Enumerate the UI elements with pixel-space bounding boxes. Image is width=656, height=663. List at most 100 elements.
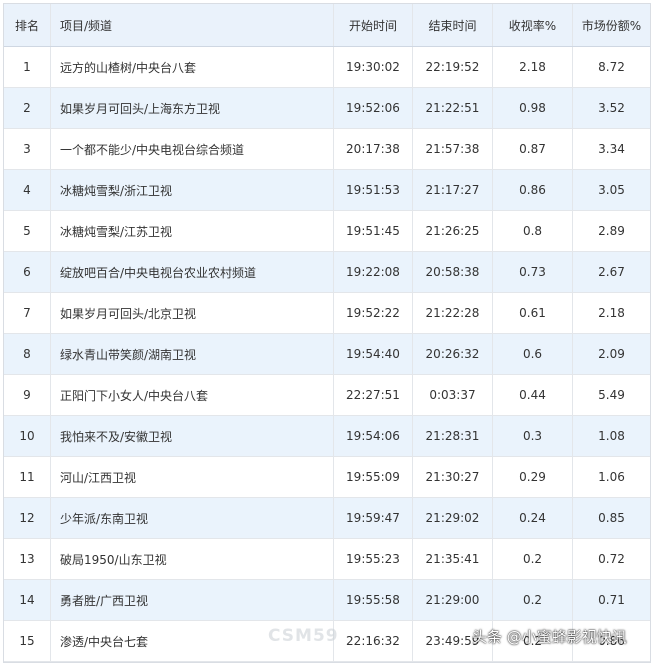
cell-rank: 14 <box>4 579 51 621</box>
cell-start-time: 22:16:32 <box>333 620 413 662</box>
cell-start-time: 19:54:40 <box>333 333 413 375</box>
cell-start-time: 22:27:51 <box>333 374 413 416</box>
table-row: 1 远方的山楂树/中央台八套 19:30:02 22:19:52 2.18 8.… <box>4 46 650 88</box>
cell-market-share: 2.18 <box>572 292 650 334</box>
cell-name: 一个都不能少/中央电视台综合频道 <box>50 128 334 170</box>
header-market-share[interactable]: 市场份额% <box>572 4 650 47</box>
cell-name: 远方的山楂树/中央台八套 <box>50 46 334 88</box>
cell-rating: 2.18 <box>492 46 573 88</box>
cell-rank: 1 <box>4 46 51 88</box>
cell-start-time: 19:52:22 <box>333 292 413 334</box>
table-header: 排名 项目/频道 开始时间 结束时间 收视率% 市场份额% <box>4 4 650 47</box>
table-row: 11 河山/江西卫视 19:55:09 21:30:27 0.29 1.06 <box>4 456 650 498</box>
cell-market-share: 0.85 <box>572 497 650 539</box>
cell-end-time: 21:17:27 <box>412 169 493 211</box>
header-rating[interactable]: 收视率% <box>492 4 573 47</box>
table-row: 4 冰糖炖雪梨/浙江卫视 19:51:53 21:17:27 0.86 3.05 <box>4 169 650 211</box>
header-rank[interactable]: 排名 <box>4 4 51 47</box>
cell-name: 绿水青山带笑颜/湖南卫视 <box>50 333 334 375</box>
cell-start-time: 20:17:38 <box>333 128 413 170</box>
cell-name: 绽放吧百合/中央电视台农业农村频道 <box>50 251 334 293</box>
cell-rating: 0.2 <box>492 579 573 621</box>
cell-name: 如果岁月可回头/北京卫视 <box>50 292 334 334</box>
cell-rating: 0.86 <box>492 169 573 211</box>
table-row: 6 绽放吧百合/中央电视台农业农村频道 19:22:08 20:58:38 0.… <box>4 251 650 293</box>
header-end-time[interactable]: 结束时间 <box>412 4 493 47</box>
table-row: 5 冰糖炖雪梨/江苏卫视 19:51:45 21:26:25 0.8 2.89 <box>4 210 650 252</box>
cell-market-share: 8.72 <box>572 46 650 88</box>
cell-end-time: 21:35:41 <box>412 538 493 580</box>
cell-name: 正阳门下小女人/中央台八套 <box>50 374 334 416</box>
cell-end-time: 21:22:51 <box>412 87 493 129</box>
cell-market-share: 2.89 <box>572 210 650 252</box>
table-row: 7 如果岁月可回头/北京卫视 19:52:22 21:22:28 0.61 2.… <box>4 292 650 334</box>
cell-market-share: 5.49 <box>572 374 650 416</box>
cell-rating: 0.2 <box>492 538 573 580</box>
cell-rank: 9 <box>4 374 51 416</box>
cell-market-share: 2.67 <box>572 251 650 293</box>
cell-end-time: 20:26:32 <box>412 333 493 375</box>
cell-rating: 0.44 <box>492 374 573 416</box>
cell-rating: 0.3 <box>492 415 573 457</box>
cell-market-share: 3.52 <box>572 87 650 129</box>
cell-rank: 3 <box>4 128 51 170</box>
table-row: 8 绿水青山带笑颜/湖南卫视 19:54:40 20:26:32 0.6 2.0… <box>4 333 650 375</box>
cell-market-share: 0.72 <box>572 538 650 580</box>
cell-name: 破局1950/山东卫视 <box>50 538 334 580</box>
cell-rank: 5 <box>4 210 51 252</box>
cell-rank: 8 <box>4 333 51 375</box>
cell-name: 冰糖炖雪梨/江苏卫视 <box>50 210 334 252</box>
cell-end-time: 21:29:00 <box>412 579 493 621</box>
cell-rating: 0.87 <box>492 128 573 170</box>
cell-end-time: 22:19:52 <box>412 46 493 88</box>
table-row: 13 破局1950/山东卫视 19:55:23 21:35:41 0.2 0.7… <box>4 538 650 580</box>
cell-market-share: 3.34 <box>572 128 650 170</box>
header-start-time[interactable]: 开始时间 <box>333 4 413 47</box>
cell-start-time: 19:59:47 <box>333 497 413 539</box>
cell-end-time: 21:26:25 <box>412 210 493 252</box>
cell-start-time: 19:55:58 <box>333 579 413 621</box>
cell-name: 勇者胜/广西卫视 <box>50 579 334 621</box>
cell-rank: 12 <box>4 497 51 539</box>
cell-end-time: 21:57:38 <box>412 128 493 170</box>
cell-rank: 7 <box>4 292 51 334</box>
cell-start-time: 19:55:09 <box>333 456 413 498</box>
cell-end-time: 21:29:02 <box>412 497 493 539</box>
cell-end-time: 21:28:31 <box>412 415 493 457</box>
cell-rank: 10 <box>4 415 51 457</box>
csm-watermark: CSM59 <box>268 626 339 646</box>
cell-rating: 0.6 <box>492 333 573 375</box>
cell-end-time: 21:30:27 <box>412 456 493 498</box>
cell-rating: 0.61 <box>492 292 573 334</box>
cell-market-share: 0.71 <box>572 579 650 621</box>
cell-rank: 13 <box>4 538 51 580</box>
cell-start-time: 19:30:02 <box>333 46 413 88</box>
cell-market-share: 1.08 <box>572 415 650 457</box>
cell-end-time: 20:58:38 <box>412 251 493 293</box>
source-watermark: 头条 @小蜜蜂影视快讯 <box>472 628 627 646</box>
cell-rank: 2 <box>4 87 51 129</box>
ratings-table: 排名 项目/频道 开始时间 结束时间 收视率% 市场份额% 1 远方的山楂树/中… <box>4 4 650 662</box>
cell-rank: 6 <box>4 251 51 293</box>
cell-rating: 0.29 <box>492 456 573 498</box>
cell-rank: 4 <box>4 169 51 211</box>
table-row: 2 如果岁月可回头/上海东方卫视 19:52:06 21:22:51 0.98 … <box>4 87 650 129</box>
cell-end-time: 0:03:37 <box>412 374 493 416</box>
cell-rating: 0.24 <box>492 497 573 539</box>
table-row: 3 一个都不能少/中央电视台综合频道 20:17:38 21:57:38 0.8… <box>4 128 650 170</box>
header-name[interactable]: 项目/频道 <box>50 4 334 47</box>
cell-rank: 15 <box>4 620 51 662</box>
table-row: 10 我怕来不及/安徽卫视 19:54:06 21:28:31 0.3 1.08 <box>4 415 650 457</box>
cell-name: 少年派/东南卫视 <box>50 497 334 539</box>
cell-market-share: 1.06 <box>572 456 650 498</box>
cell-rank: 11 <box>4 456 51 498</box>
cell-rating: 0.98 <box>492 87 573 129</box>
cell-market-share: 3.05 <box>572 169 650 211</box>
cell-start-time: 19:51:45 <box>333 210 413 252</box>
cell-market-share: 2.09 <box>572 333 650 375</box>
table-row: 14 勇者胜/广西卫视 19:55:58 21:29:00 0.2 0.71 <box>4 579 650 621</box>
cell-name: 如果岁月可回头/上海东方卫视 <box>50 87 334 129</box>
cell-start-time: 19:55:23 <box>333 538 413 580</box>
table-body: 1 远方的山楂树/中央台八套 19:30:02 22:19:52 2.18 8.… <box>4 46 650 662</box>
cell-start-time: 19:52:06 <box>333 87 413 129</box>
